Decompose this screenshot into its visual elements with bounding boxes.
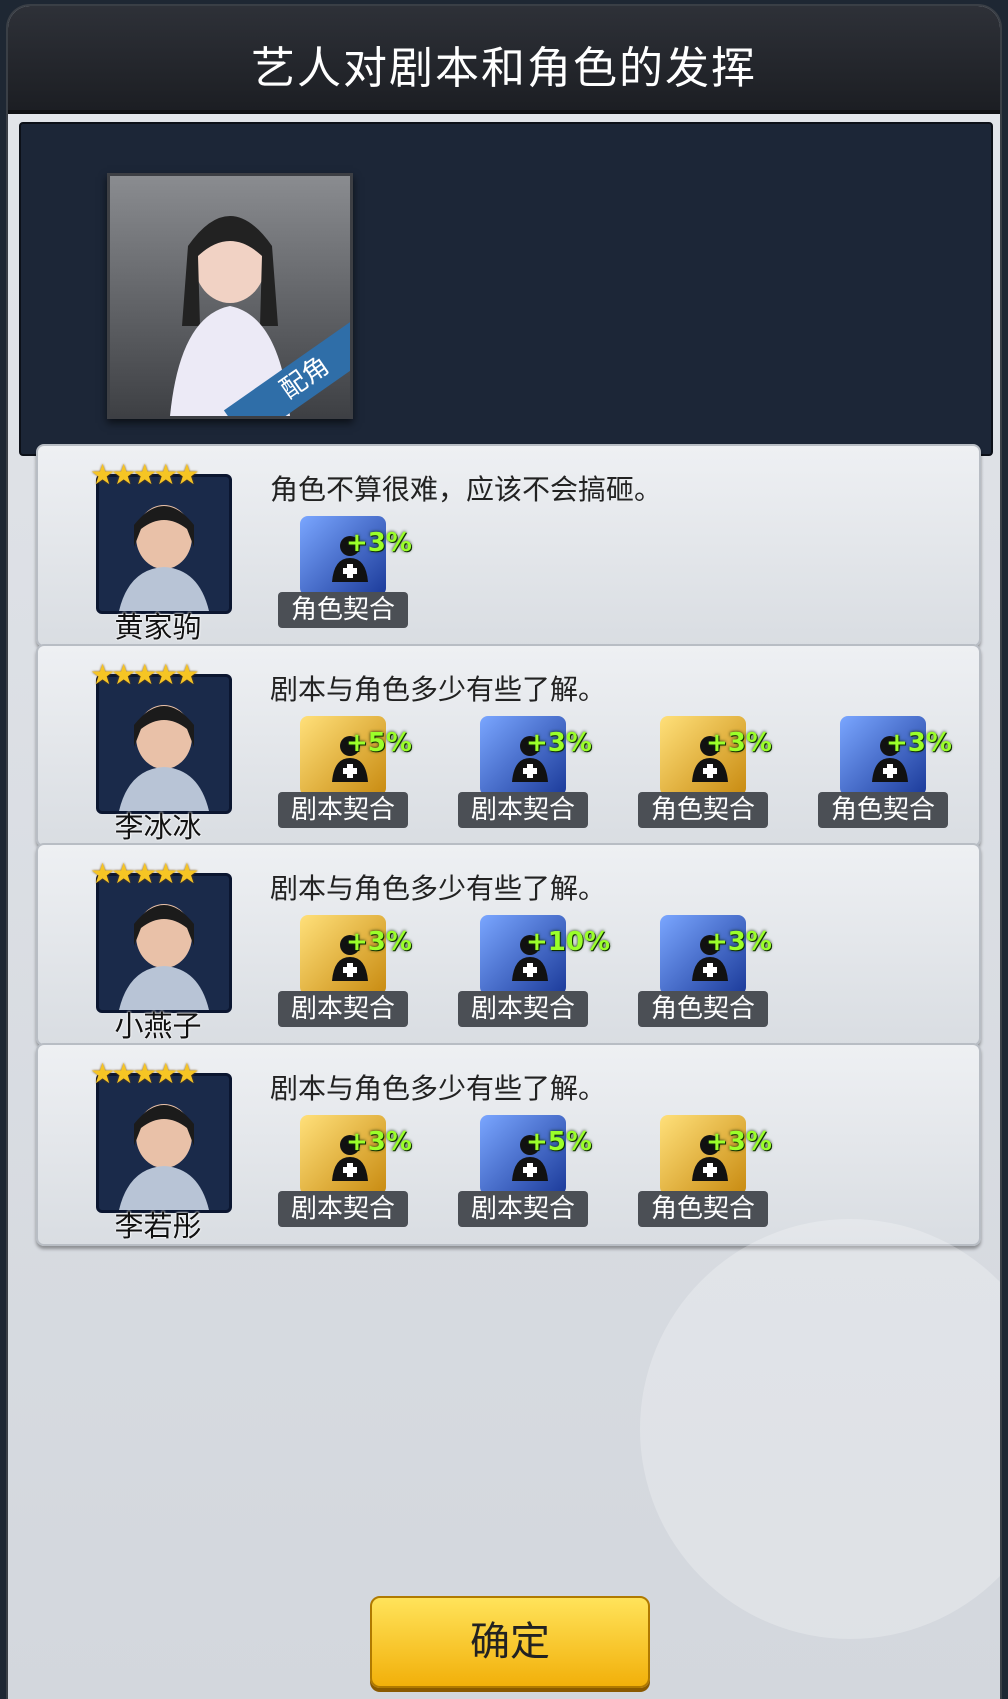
role-panel: 配角 — [19, 122, 993, 456]
title-bar: 艺人对剧本和角色的发挥 — [8, 6, 1000, 114]
artist-comment: 剧本与角色多少有些了解。 — [270, 872, 607, 905]
trait-label: 剧本契合 — [458, 1191, 588, 1227]
artist-name: 小燕子 — [114, 1009, 202, 1043]
artist-comment: 剧本与角色多少有些了解。 — [270, 673, 607, 706]
trait-label: 角色契合 — [278, 592, 408, 628]
trait-bonus: +3% — [526, 728, 592, 758]
artist-avatar[interactable] — [96, 1073, 232, 1213]
trait-badge[interactable]: +3% 角色契合 — [638, 915, 778, 1031]
artist-comment: 角色不算很难，应该不会搞砸。 — [270, 473, 663, 506]
trait-bonus: +3% — [706, 728, 772, 758]
artist-name: 黄家驹 — [114, 610, 202, 644]
artist-row: ★★★★★ 黄家驹 角色不算很难，应该不会搞砸。 +3% 角色契合 — [36, 444, 981, 647]
star-rating-icon: ★★★★★ — [90, 1057, 200, 1090]
trait-badge[interactable]: +3% 角色契合 — [818, 716, 958, 832]
trait-bonus: +3% — [346, 528, 412, 558]
trait-badge[interactable]: +3% 角色契合 — [638, 716, 778, 832]
trait-badge[interactable]: +5% 剧本契合 — [278, 716, 418, 832]
trait-label: 剧本契合 — [278, 792, 408, 828]
trait-label: 角色契合 — [638, 1191, 768, 1227]
performance-dialog: 艺人对剧本和角色的发挥 配角 ★★★★★ 黄家驹 角色不算很难，应该不会搞砸。 +3%… — [8, 6, 1000, 1699]
trait-label: 角色契合 — [818, 792, 948, 828]
trait-badge[interactable]: +5% 剧本契合 — [458, 1115, 598, 1231]
trait-bonus: +3% — [346, 927, 412, 957]
trait-bonus: +3% — [886, 728, 952, 758]
star-rating-icon: ★★★★★ — [90, 458, 200, 491]
artist-name: 李若彤 — [114, 1209, 202, 1243]
trait-bonus: +5% — [526, 1127, 592, 1157]
trait-bonus: +3% — [706, 927, 772, 957]
artist-comment: 剧本与角色多少有些了解。 — [270, 1072, 607, 1105]
film-reel-decoration — [640, 1219, 1000, 1639]
artist-avatar[interactable] — [96, 873, 232, 1013]
artist-avatar[interactable] — [96, 474, 232, 614]
trait-bonus: +10% — [526, 927, 611, 957]
star-rating-icon: ★★★★★ — [90, 658, 200, 691]
trait-label: 角色契合 — [638, 792, 768, 828]
trait-label: 剧本契合 — [278, 1191, 408, 1227]
trait-label: 剧本契合 — [278, 991, 408, 1027]
trait-bonus: +3% — [346, 1127, 412, 1157]
trait-bonus: +5% — [346, 728, 412, 758]
role-portrait[interactable]: 配角 — [107, 173, 353, 419]
trait-badge[interactable]: +3% 剧本契合 — [278, 1115, 418, 1231]
trait-badge[interactable]: +3% 角色契合 — [638, 1115, 778, 1231]
trait-badge[interactable]: +3% 剧本契合 — [278, 915, 418, 1031]
trait-label: 角色契合 — [638, 991, 768, 1027]
artist-name: 李冰冰 — [114, 810, 202, 844]
trait-badge[interactable]: +10% 剧本契合 — [458, 915, 610, 1031]
artist-row: ★★★★★ 李冰冰 剧本与角色多少有些了解。 +5% 剧本契合 +3% 剧本契合 +3% 角色契… — [36, 644, 981, 847]
trait-bonus: +3% — [706, 1127, 772, 1157]
trait-label: 剧本契合 — [458, 991, 588, 1027]
artist-row: ★★★★★ 小燕子 剧本与角色多少有些了解。 +3% 剧本契合 +10% 剧本契合 +3% 角色… — [36, 843, 981, 1046]
trait-badge[interactable]: +3% 角色契合 — [278, 516, 418, 632]
trait-label: 剧本契合 — [458, 792, 588, 828]
artist-avatar[interactable] — [96, 674, 232, 814]
artist-row: ★★★★★ 李若彤 剧本与角色多少有些了解。 +3% 剧本契合 +5% 剧本契合 +3% 角色契… — [36, 1043, 981, 1246]
dialog-title: 艺人对剧本和角色的发挥 — [251, 43, 757, 94]
star-rating-icon: ★★★★★ — [90, 857, 200, 890]
trait-badge[interactable]: +3% 剧本契合 — [458, 716, 598, 832]
confirm-button[interactable]: 确定 — [370, 1596, 650, 1688]
